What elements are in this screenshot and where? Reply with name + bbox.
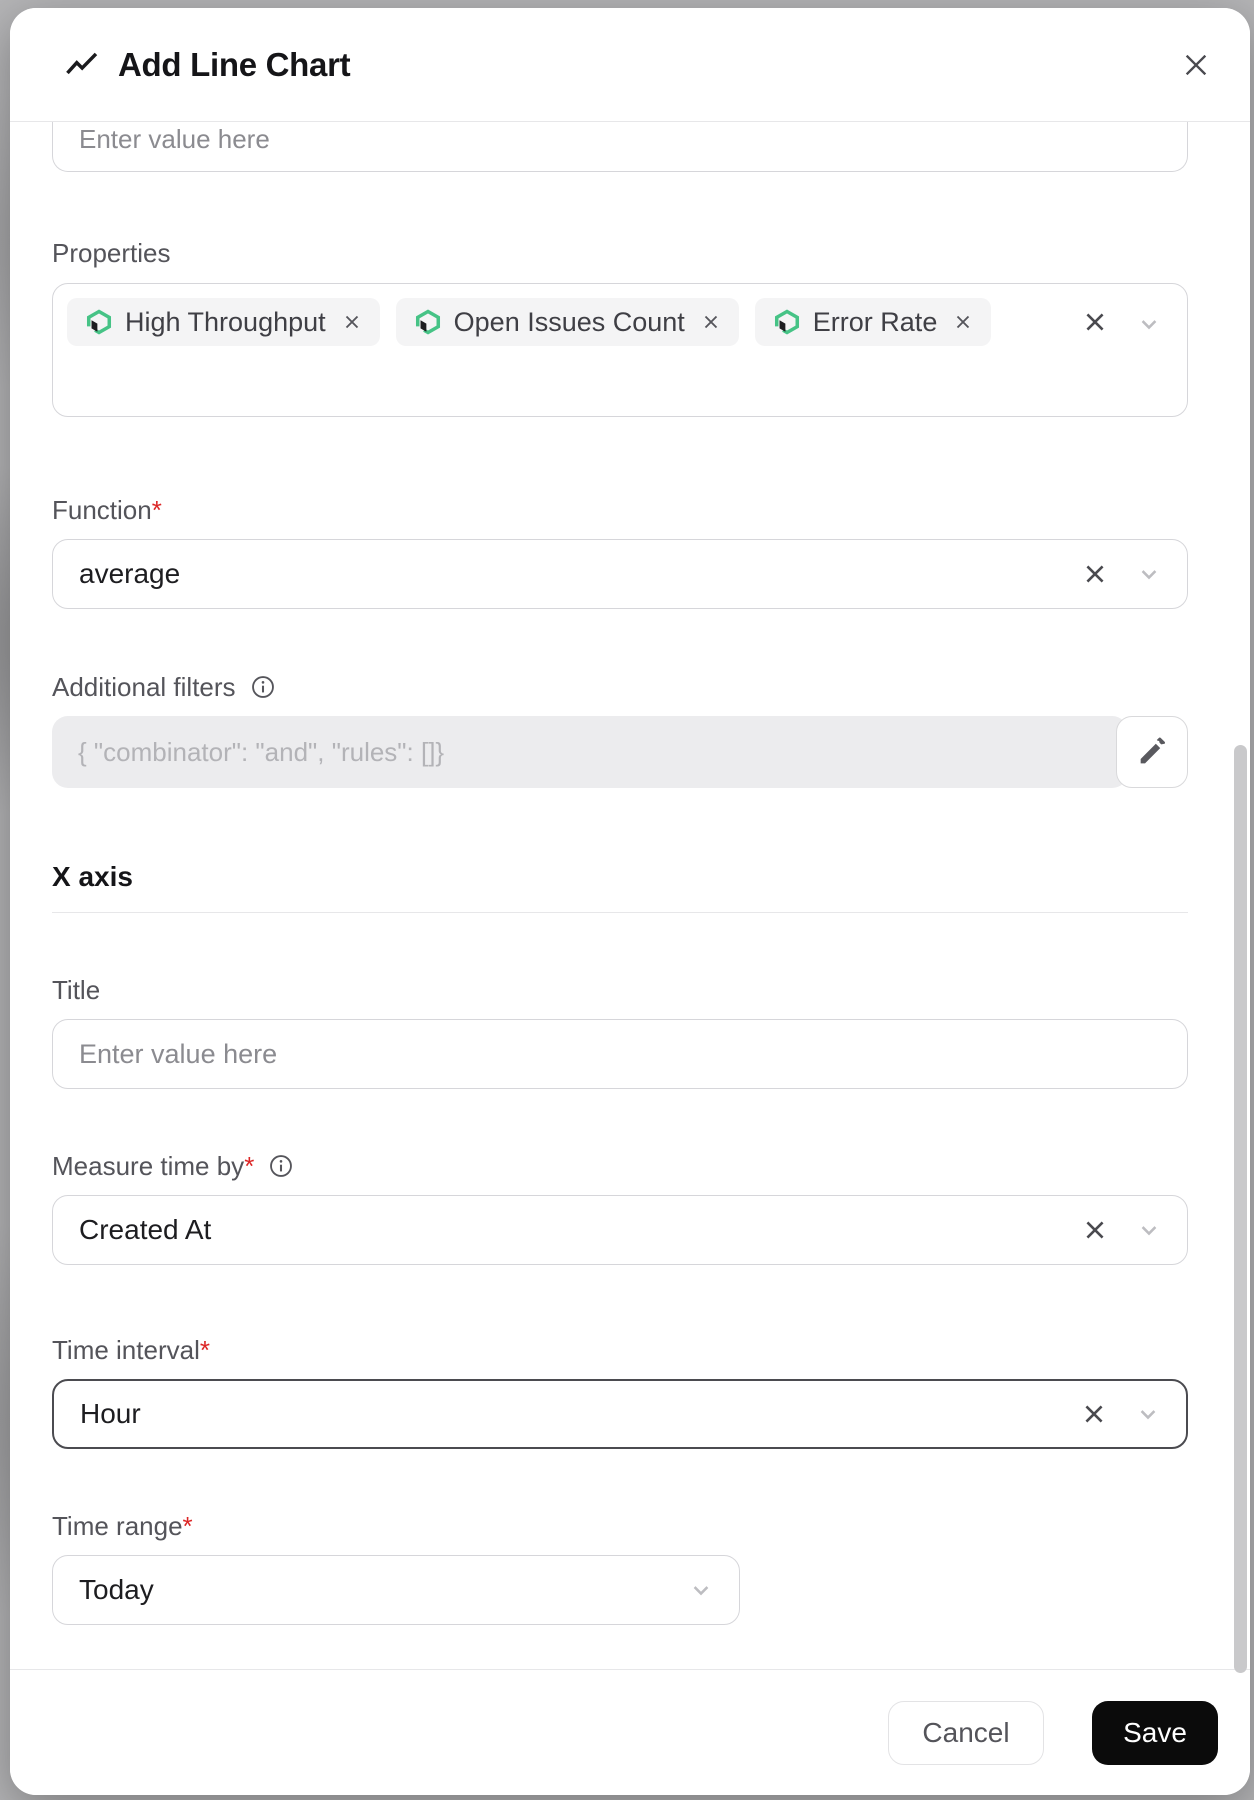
measure-time-by-label: Measure time by* xyxy=(52,1151,1188,1181)
dialog-title: Add Line Chart xyxy=(118,45,351,83)
chevron-down-icon[interactable] xyxy=(1135,1216,1163,1244)
chip-label: Open Issues Count xyxy=(453,306,685,337)
pencil-icon xyxy=(1135,735,1169,769)
edit-filters-button[interactable] xyxy=(1116,716,1188,788)
additional-filters-input: { "combinator": "and", "rules": []} xyxy=(52,716,1128,788)
property-chip: High Throughput xyxy=(67,298,380,346)
chevron-down-icon[interactable] xyxy=(1135,560,1163,588)
value-input[interactable] xyxy=(52,122,1188,172)
clear-icon[interactable] xyxy=(1081,308,1109,336)
time-interval-value: Hour xyxy=(80,1398,141,1429)
blueprint-icon xyxy=(414,308,442,336)
function-label: Function* xyxy=(52,495,162,525)
properties-multiselect[interactable]: High Throughput Open Issues Count Error … xyxy=(52,283,1188,417)
dialog-footer: Cancel Save xyxy=(10,1669,1250,1795)
cancel-button[interactable]: Cancel xyxy=(888,1700,1044,1765)
clear-icon[interactable] xyxy=(1081,560,1109,588)
section-divider xyxy=(52,912,1188,913)
time-interval-label: Time interval* xyxy=(52,1335,210,1365)
dialog-body: Properties High Throughput xyxy=(10,122,1250,1669)
measure-time-by-select[interactable]: Created At xyxy=(52,1195,1188,1265)
required-asterisk: * xyxy=(199,1335,210,1365)
title-input[interactable] xyxy=(52,1019,1188,1089)
remove-icon[interactable] xyxy=(953,312,973,332)
time-interval-select[interactable]: Hour xyxy=(52,1379,1188,1449)
remove-icon[interactable] xyxy=(701,312,721,332)
x-axis-section-title: X axis xyxy=(52,861,133,892)
chip-label: Error Rate xyxy=(812,306,938,337)
blueprint-icon xyxy=(85,308,113,336)
blueprint-icon xyxy=(773,308,801,336)
function-select[interactable]: average xyxy=(52,539,1188,609)
chevron-down-icon[interactable] xyxy=(687,1576,715,1604)
chip-label: High Throughput xyxy=(125,306,326,337)
page-background: { "dialog": { "title": "Add Line Chart" … xyxy=(0,0,1254,1800)
clear-icon[interactable] xyxy=(1080,1400,1108,1428)
close-button[interactable] xyxy=(1176,45,1216,85)
properties-label: Properties xyxy=(52,238,171,268)
dialog-header: Add Line Chart xyxy=(10,8,1250,122)
info-icon[interactable] xyxy=(268,1153,294,1179)
property-chip: Error Rate xyxy=(754,298,992,346)
close-icon xyxy=(1180,49,1212,81)
chevron-down-icon[interactable] xyxy=(1134,1400,1162,1428)
save-button[interactable]: Save xyxy=(1092,1700,1218,1765)
required-asterisk: * xyxy=(182,1511,193,1541)
required-asterisk: * xyxy=(151,495,162,525)
info-icon[interactable] xyxy=(250,674,276,700)
title-label: Title xyxy=(52,975,101,1005)
remove-icon[interactable] xyxy=(342,312,362,332)
measure-time-by-value: Created At xyxy=(79,1214,212,1245)
required-asterisk: * xyxy=(244,1151,255,1181)
time-range-value: Today xyxy=(79,1574,154,1605)
function-value: average xyxy=(79,558,181,589)
property-chip: Open Issues Count xyxy=(395,298,739,346)
add-line-chart-dialog: Add Line Chart Properties High Throughpu… xyxy=(10,8,1250,1795)
additional-filters-label: Additional filters xyxy=(52,672,1188,702)
clear-icon[interactable] xyxy=(1081,1216,1109,1244)
time-range-select[interactable]: Today xyxy=(52,1555,740,1625)
additional-filters-field: { "combinator": "and", "rules": []} xyxy=(52,716,1188,788)
scrollbar-thumb[interactable] xyxy=(1234,745,1247,1673)
time-range-label: Time range* xyxy=(52,1511,193,1541)
chevron-down-icon[interactable] xyxy=(1135,310,1163,338)
line-chart-icon xyxy=(64,49,100,81)
